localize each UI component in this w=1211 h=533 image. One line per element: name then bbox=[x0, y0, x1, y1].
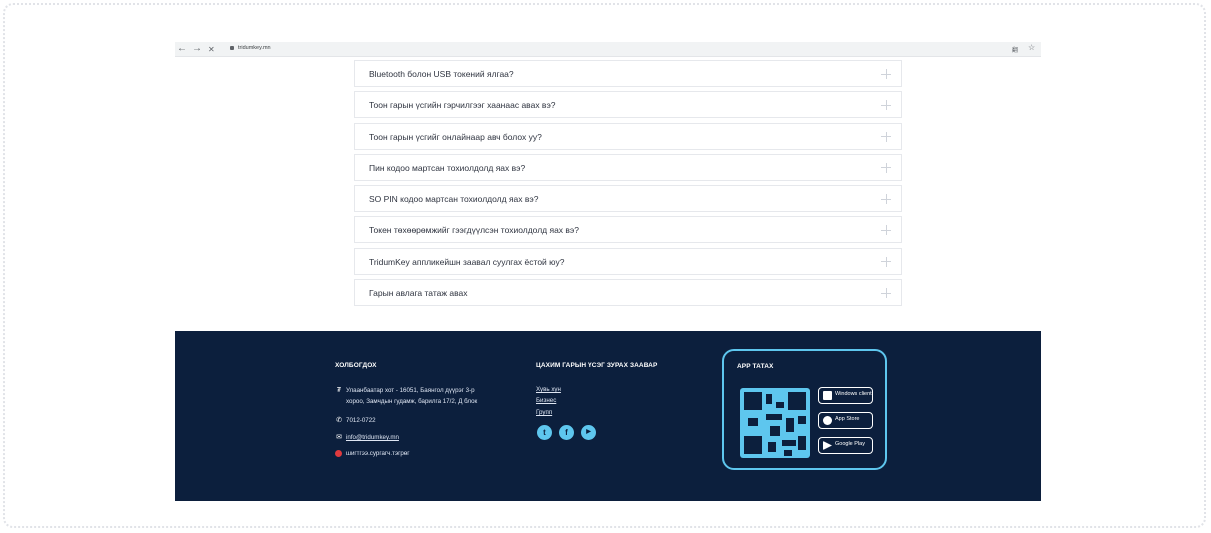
phone-icon: ✆ bbox=[336, 417, 342, 424]
plus-icon bbox=[881, 131, 891, 142]
google-play-button[interactable]: Google Play bbox=[818, 437, 873, 454]
guide-title: ЦАХИМ ГАРЫН ҮСЭГ ЗУРАХ ЗААВАР bbox=[536, 362, 658, 369]
phone: ✆ 7012-0722 bbox=[335, 416, 376, 424]
address-line2: хороо, Замчдын гудамж, барилга 17/2, Д б… bbox=[346, 398, 478, 405]
faq-question: Пин кодоо мартсан тохиолдолд яах вэ? bbox=[369, 162, 526, 173]
app-download-box: APP ТАТАХ Windows client App Store Googl… bbox=[722, 349, 887, 470]
google-play-label: Google Play bbox=[835, 441, 865, 447]
twitter-icon[interactable]: t bbox=[537, 425, 552, 440]
forward-icon[interactable]: → bbox=[192, 43, 202, 55]
plus-icon bbox=[881, 194, 891, 205]
store-text: шигтгээ.сургагч.тэгрөг bbox=[346, 450, 410, 458]
faq-item[interactable]: TridumKey аппликейшн заавал суулгах ёсто… bbox=[354, 247, 902, 275]
apple-icon bbox=[823, 416, 832, 425]
app-title: APP ТАТАХ bbox=[737, 363, 774, 370]
google-play-icon bbox=[823, 441, 832, 450]
close-icon[interactable]: ✕ bbox=[208, 44, 215, 56]
faq-item[interactable]: Пин кодоо мартсан тохиолдолд яах вэ? bbox=[354, 153, 902, 181]
app-store-button[interactable]: App Store bbox=[818, 412, 873, 429]
faq-list: Bluetooth болон USB токений ялгаа? Тоон … bbox=[354, 60, 902, 310]
phone-number: 7012-0722 bbox=[346, 417, 376, 424]
url-text: tridumkey.mn bbox=[238, 45, 271, 51]
contact-title: ХОЛБОГДОХ bbox=[335, 362, 377, 369]
email[interactable]: ✉ info@tridumkey.mn bbox=[335, 433, 399, 441]
faq-item[interactable]: Тоон гарын үсгийг онлайнаар авч болох уу… bbox=[354, 122, 902, 150]
email-link[interactable]: info@tridumkey.mn bbox=[346, 434, 399, 441]
store-info: шигтгээ.сургагч.тэгрөг bbox=[335, 450, 410, 457]
faq-question: Тоон гарын үсгийг онлайнаар авч болох уу… bbox=[369, 131, 542, 142]
faq-question: TridumKey аппликейшн заавал суулгах ёсто… bbox=[369, 256, 565, 267]
faq-item[interactable]: SO PIN кодоо мартсан тохиолдолд яах вэ? bbox=[354, 185, 902, 213]
windows-icon bbox=[823, 391, 832, 400]
faq-item[interactable]: Тоон гарын үсгийн гэрчилгээг хаанаас ава… bbox=[354, 91, 902, 119]
guide-link-business[interactable]: Бизнес bbox=[536, 397, 556, 404]
plus-icon bbox=[881, 288, 891, 299]
faq-item[interactable]: Гарын авлага татаж авах bbox=[354, 279, 902, 307]
address-bar[interactable]: tridumkey.mn bbox=[230, 45, 271, 51]
faq-question: Bluetooth болон USB токений ялгаа? bbox=[369, 69, 514, 79]
guide-link-personal[interactable]: Хувь хүн bbox=[536, 386, 561, 393]
guide-link-group[interactable]: Групп bbox=[536, 409, 552, 416]
app-store-label: App Store bbox=[835, 416, 860, 422]
plus-icon bbox=[881, 69, 891, 79]
qr-code bbox=[740, 388, 810, 458]
plus-icon bbox=[881, 225, 891, 236]
youtube-icon[interactable]: ▶ bbox=[581, 425, 596, 440]
facebook-icon[interactable]: f bbox=[559, 425, 574, 440]
back-icon[interactable]: ← bbox=[177, 43, 187, 55]
translate-icon[interactable]: 翻 bbox=[1012, 45, 1018, 54]
browser-toolbar: ← → ✕ tridumkey.mn 翻 ☆ bbox=[175, 42, 1041, 57]
address: ₮ Улаанбаатар хот - 16051, Баянгол дүүрэг… bbox=[335, 387, 475, 394]
plus-icon bbox=[881, 100, 891, 111]
bookmark-star-icon[interactable]: ☆ bbox=[1028, 43, 1035, 52]
windows-label: Windows client bbox=[835, 391, 872, 397]
address-line1: Улаанбаатар хот - 16051, Баянгол дүүрэг … bbox=[346, 387, 475, 394]
faq-question: Гарын авлага татаж авах bbox=[369, 288, 468, 299]
plus-icon bbox=[881, 256, 891, 267]
faq-item[interactable]: Токен төхөөрөмжийг гээгдүүлсэн тохиолдол… bbox=[354, 216, 902, 244]
plus-icon bbox=[881, 162, 891, 173]
site-footer: ХОЛБОГДОХ ₮ Улаанбаатар хот - 16051, Баян… bbox=[175, 331, 1041, 501]
windows-client-button[interactable]: Windows client bbox=[818, 387, 873, 404]
lock-icon bbox=[230, 45, 234, 50]
faq-question: Токен төхөөрөмжийг гээгдүүлсэн тохиолдол… bbox=[369, 225, 580, 236]
faq-item[interactable]: Bluetooth болон USB токений ялгаа? bbox=[354, 60, 902, 87]
mail-icon: ✉ bbox=[336, 434, 342, 441]
faq-question: SO PIN кодоо мартсан тохиолдолд яах вэ? bbox=[369, 194, 539, 205]
faq-question: Тоон гарын үсгийн гэрчилгээг хаанаас ава… bbox=[369, 100, 556, 111]
currency-icon: ₮ bbox=[336, 387, 342, 394]
store-icon bbox=[335, 450, 342, 457]
